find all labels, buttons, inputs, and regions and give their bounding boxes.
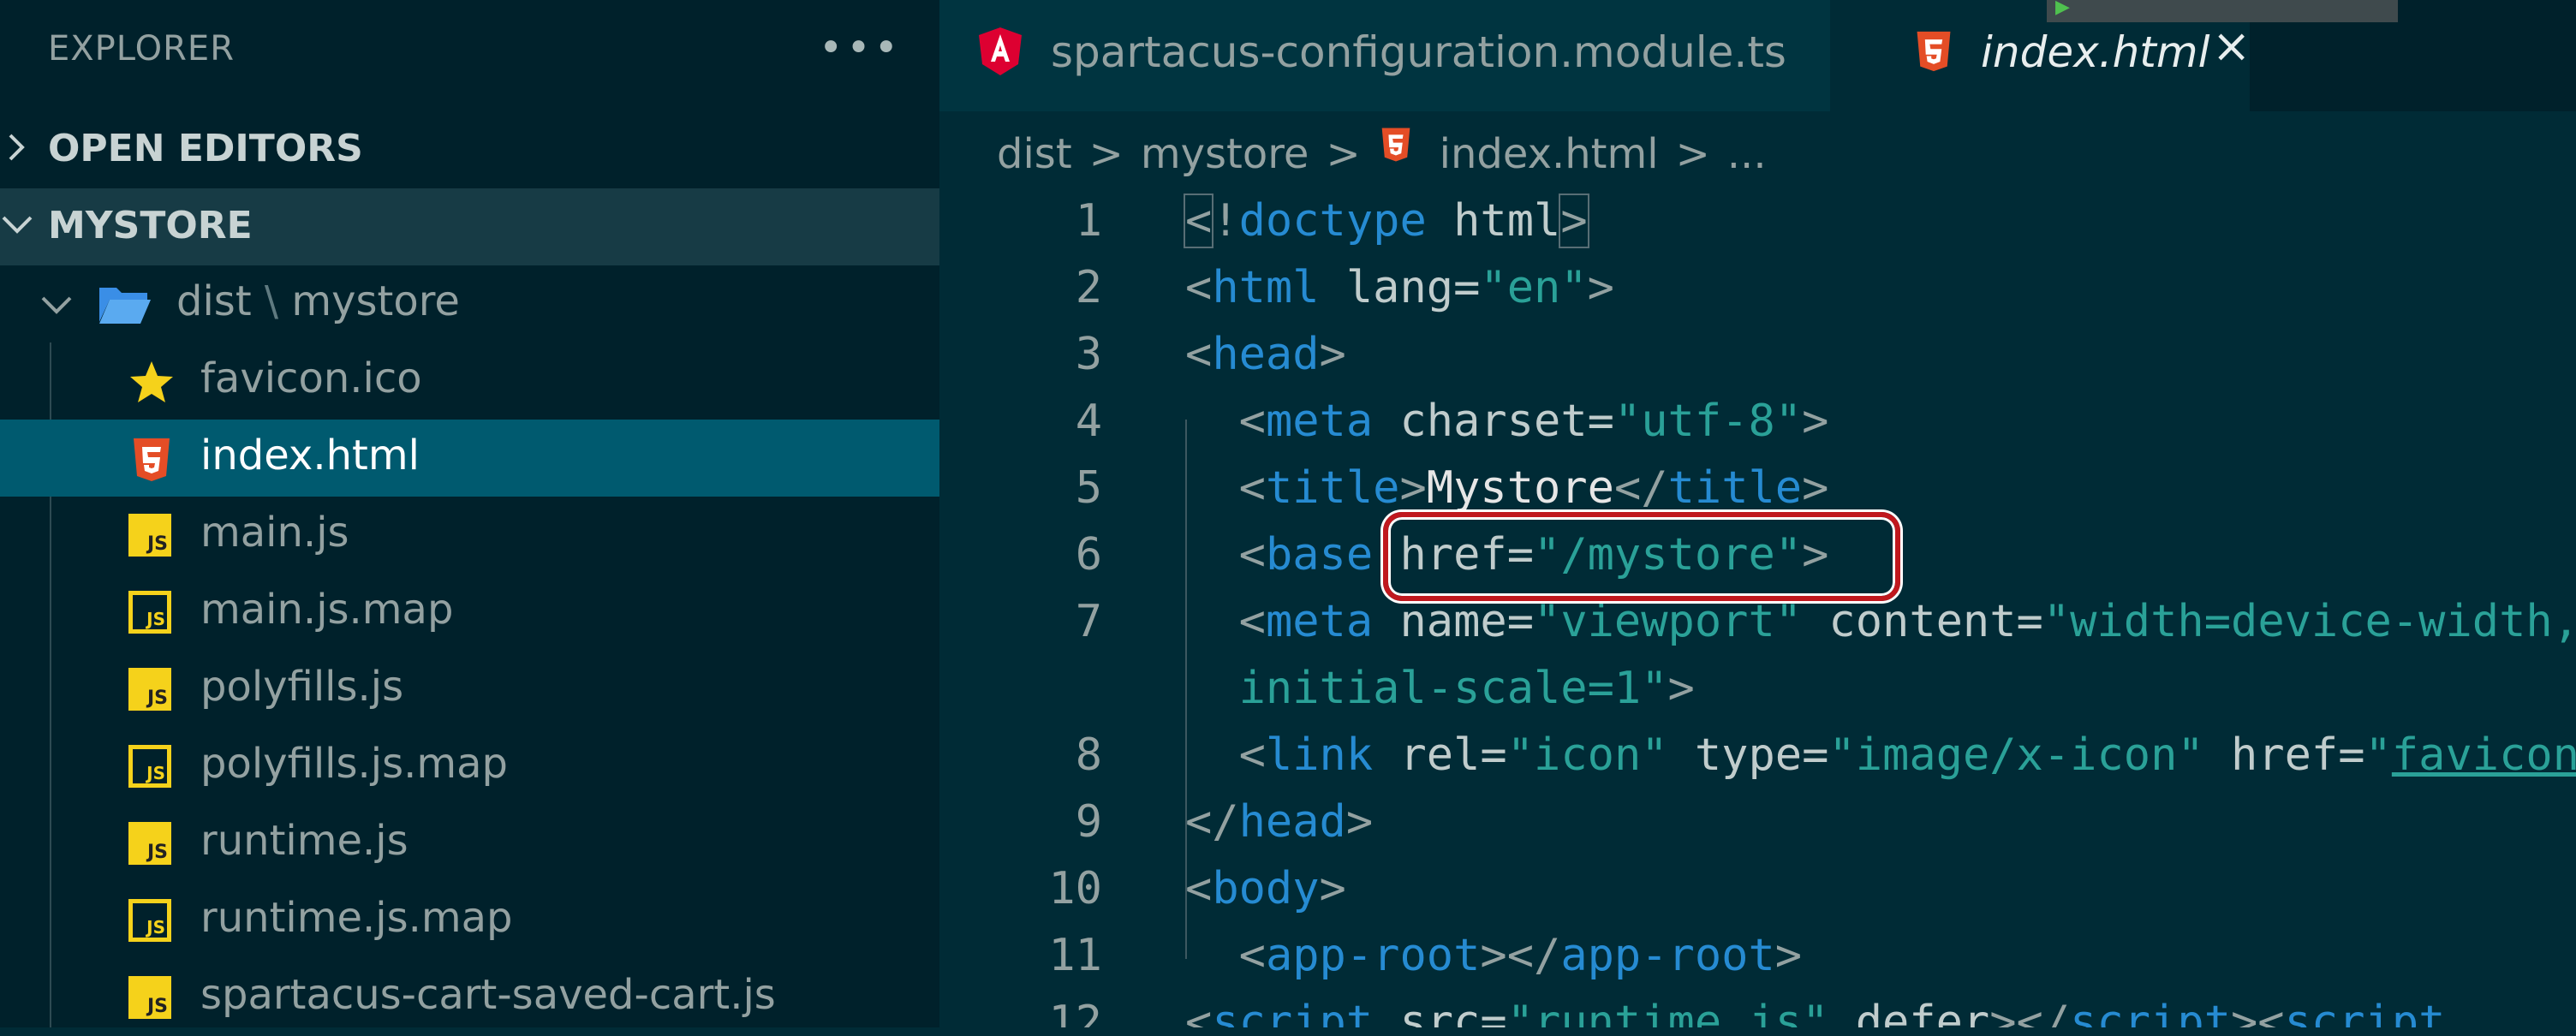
line-number: 10 [1048, 863, 1102, 914]
explorer-header: EXPLORER ••• [0, 0, 939, 103]
code-editor[interactable]: 1 2 3 4 5 6 7 8 9 10 11 12 <!doctype htm… [939, 188, 2576, 1027]
line-number: 8 [1075, 729, 1102, 781]
breadcrumb-item[interactable]: mystore [1141, 130, 1309, 178]
file-label: spartacus-cart-saved-cart.js [200, 971, 776, 1019]
code-line-4: <meta charset="utf-8"> [1238, 396, 1829, 447]
line-number: 3 [1075, 329, 1102, 380]
js-icon: JS [128, 668, 175, 714]
chevron-right-icon [9, 134, 25, 161]
line-number: 7 [1075, 596, 1102, 647]
explorer-title: EXPLORER [48, 29, 235, 68]
file-label: polyfills.js.map [200, 740, 508, 788]
explorer-sidebar: EXPLORER ••• OPEN EDITORS MYSTORE dist \… [0, 0, 939, 1027]
folder-row[interactable]: dist \ mystore [0, 265, 939, 342]
line-number: 4 [1075, 396, 1102, 447]
tab-spartacus-configuration[interactable]: spartacus-configuration.module.ts [939, 0, 1830, 111]
file-label: main.js [200, 509, 349, 557]
file-label: main.js.map [200, 586, 454, 634]
file-item-runtime-js[interactable]: JS runtime.js [0, 805, 939, 882]
tab-label: index.html [1981, 27, 2210, 77]
js-map-icon: JS [128, 745, 175, 791]
breadcrumb-item[interactable]: dist [997, 130, 1072, 178]
html5-icon [134, 438, 170, 481]
folder-path: dist [176, 277, 252, 325]
line-number: 5 [1075, 462, 1102, 514]
file-item-main-js-map[interactable]: JS main.js.map [0, 574, 939, 651]
breadcrumb-separator: > [1088, 130, 1124, 178]
line-number: 6 [1075, 529, 1102, 581]
file-item-runtime-js-map[interactable]: JS runtime.js.map [0, 882, 939, 959]
line-number: 9 [1075, 796, 1102, 848]
tab-label: spartacus-configuration.module.ts [1051, 27, 1786, 77]
folder-separator: \ [264, 277, 279, 325]
play-icon[interactable]: ▶ [2055, 0, 2070, 18]
code-line-8: <link rel="icon" type="image/x-icon" hre… [1238, 729, 2576, 781]
breadcrumb: dist > mystore > index.html >... [997, 124, 1767, 178]
code-line-9: </head> [1185, 796, 1374, 848]
code-line-12: <script src="runtime.js" defer></script>… [1185, 997, 2446, 1027]
js-map-icon: JS [128, 899, 175, 945]
chevron-down-icon [2, 216, 33, 234]
breadcrumb-item[interactable]: ... [1727, 130, 1767, 178]
folder-name: mystore [291, 277, 460, 325]
highlight-annotation [1383, 512, 1900, 601]
file-item-favicon[interactable]: favicon.ico [0, 342, 939, 420]
section-label: MYSTORE [48, 204, 253, 247]
line-number: 11 [1048, 930, 1102, 981]
file-label: runtime.js.map [200, 894, 513, 942]
file-item-index-html[interactable]: index.html [0, 420, 939, 497]
line-number: 2 [1075, 262, 1102, 313]
breadcrumb-separator: > [1326, 130, 1361, 178]
close-icon[interactable]: × [2212, 19, 2251, 73]
js-map-icon: JS [128, 591, 175, 637]
line-number: 12 [1048, 997, 1102, 1027]
mystore-section[interactable]: MYSTORE [0, 188, 939, 265]
breadcrumb-separator: > [1675, 130, 1710, 178]
folder-open-icon [99, 288, 151, 324]
breadcrumb-item[interactable]: index.html [1440, 130, 1659, 178]
js-icon: JS [128, 976, 175, 1022]
file-item-main-js[interactable]: JS main.js [0, 497, 939, 574]
code-line-5: <title>Mystore</title> [1238, 462, 1829, 514]
debug-toolbar: ▶ [2047, 0, 2398, 22]
file-label: runtime.js [200, 817, 408, 865]
code-line-11: <app-root></app-root> [1238, 930, 1803, 981]
js-icon: JS [128, 822, 175, 868]
line-number: 1 [1075, 195, 1102, 247]
ellipsis-icon[interactable]: ••• [819, 24, 902, 72]
star-icon [130, 361, 173, 402]
code-line-1: <!doctype html> [1183, 194, 1589, 248]
html5-icon [1381, 128, 1410, 162]
code-line-7-wrap: initial-scale=1"> [1238, 663, 1695, 714]
file-label: favicon.ico [200, 354, 422, 402]
js-icon: JS [128, 514, 175, 560]
open-editors-section[interactable]: OPEN EDITORS [0, 111, 939, 188]
file-label: polyfills.js [200, 663, 404, 711]
file-item-polyfills-js[interactable]: JS polyfills.js [0, 651, 939, 728]
code-line-3: <head> [1185, 329, 1346, 380]
html5-icon [1917, 31, 1951, 72]
file-label: index.html [200, 432, 420, 479]
angular-icon [979, 27, 1022, 75]
code-line-7: <meta name="viewport" content="width=dev… [1238, 596, 2576, 647]
code-line-2: <html lang="en"> [1185, 262, 1614, 313]
code-line-10: <body> [1185, 863, 1346, 914]
file-item-spartacus-cart-saved-cart-js[interactable]: JS spartacus-cart-saved-cart.js [0, 959, 939, 1036]
chevron-down-icon [41, 296, 72, 314]
file-item-polyfills-js-map[interactable]: JS polyfills.js.map [0, 728, 939, 805]
section-label: OPEN EDITORS [48, 127, 363, 170]
